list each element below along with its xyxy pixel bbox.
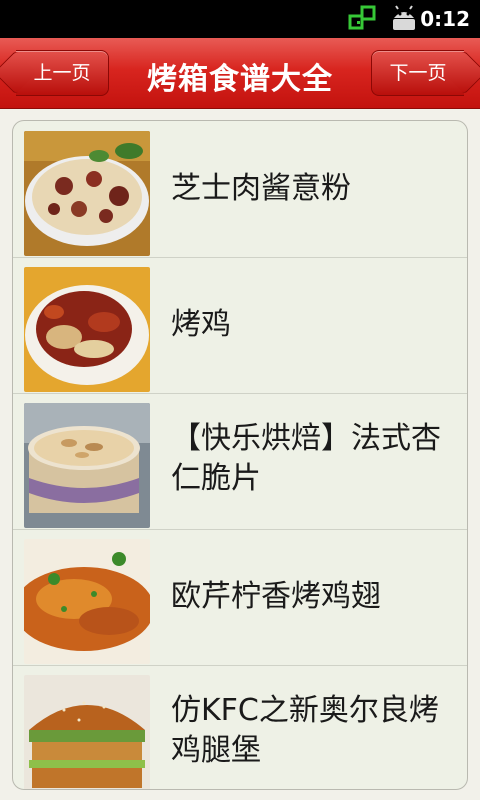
android-usb-icon bbox=[388, 4, 420, 38]
status-time: 0:12 bbox=[420, 7, 470, 31]
recipe-title: 仿KFC之新奥尔良烤鸡腿堡 bbox=[171, 693, 439, 768]
prev-page-button[interactable]: 上一页 bbox=[0, 50, 109, 96]
sync-icon bbox=[348, 4, 378, 38]
recipe-list-item[interactable]: 烤鸡 bbox=[13, 257, 467, 394]
recipe-list-item[interactable]: 【快乐烘焙】法式杏仁脆片 bbox=[13, 393, 467, 530]
prev-page-label: 上一页 bbox=[33, 62, 91, 84]
next-page-button[interactable]: 下一页 bbox=[371, 50, 480, 96]
status-bar: 0:12 bbox=[0, 0, 480, 38]
recipe-title: 欧芹柠香烤鸡翅 bbox=[171, 579, 381, 614]
recipe-list-item[interactable]: 仿KFC之新奥尔良烤鸡腿堡 bbox=[13, 665, 467, 789]
chicken-wings-image bbox=[24, 539, 150, 664]
almond-crisps-image bbox=[24, 403, 150, 528]
baked-pasta-image bbox=[24, 131, 150, 256]
recipe-list-item[interactable]: 欧芹柠香烤鸡翅 bbox=[13, 529, 467, 666]
status-icons bbox=[348, 4, 420, 38]
title-bar: 上一页 烤箱食谱大全 下一页 bbox=[0, 38, 480, 109]
recipe-title: 【快乐烘焙】法式杏仁脆片 bbox=[171, 421, 441, 496]
next-page-label: 下一页 bbox=[389, 62, 447, 84]
chicken-burger-image bbox=[24, 675, 150, 789]
roast-chicken-image bbox=[24, 267, 150, 392]
recipe-title: 芝士肉酱意粉 bbox=[171, 171, 351, 206]
recipe-list-item[interactable]: 芝士肉酱意粉 bbox=[13, 121, 467, 258]
recipe-list: 芝士肉酱意粉 烤鸡 【快乐烘焙】法式杏仁脆片 欧芹柠香烤鸡翅 仿KFC之新奥尔良… bbox=[12, 120, 468, 790]
recipe-title: 烤鸡 bbox=[171, 307, 231, 342]
